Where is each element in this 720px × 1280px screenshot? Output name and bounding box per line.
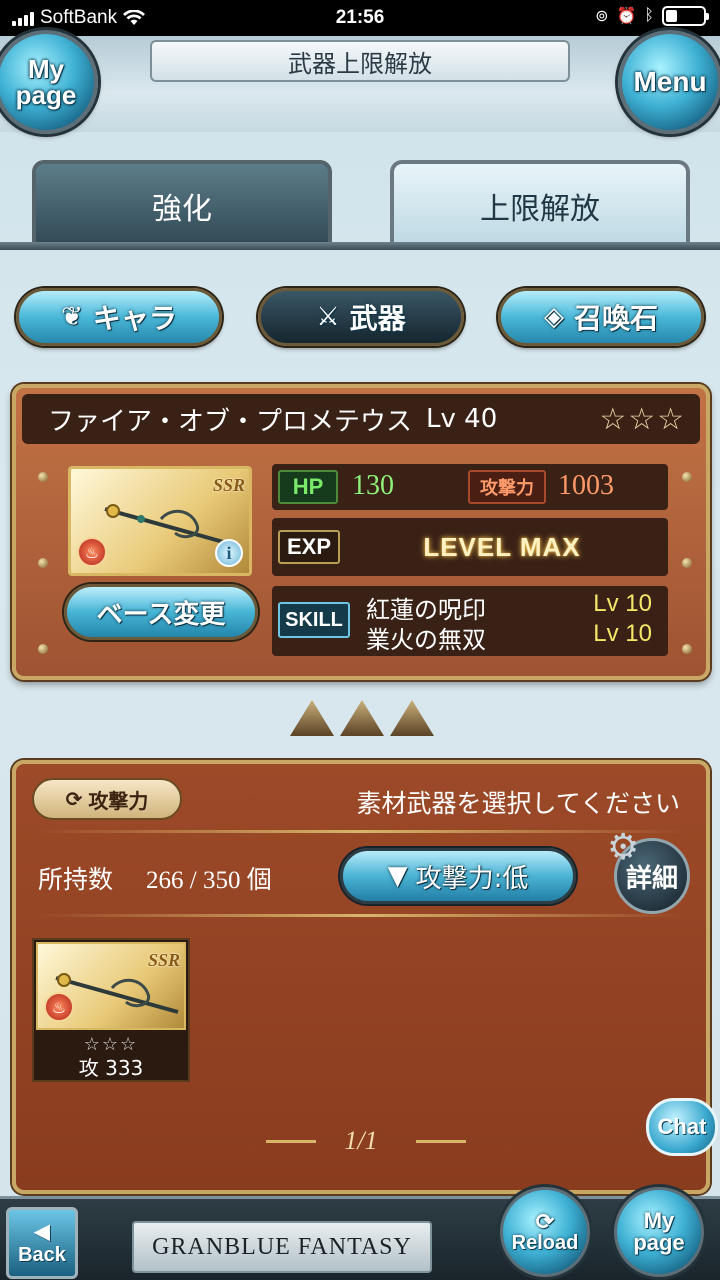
hp-tag: HP: [278, 470, 338, 504]
material-thumbnail: SSR ♨: [36, 942, 186, 1030]
menu-button[interactable]: Menu: [618, 30, 720, 134]
refresh-icon: ⟳: [65, 787, 83, 811]
rarity-badge: SSR: [212, 475, 245, 495]
footer-bar: ◀ Back GRANBLUE FANTASY ⟳ Reload My page: [0, 1187, 720, 1280]
footer-mypage-label: My page: [633, 1208, 685, 1255]
material-weapon-card[interactable]: SSR ♨ ☆☆☆ 攻 333: [32, 938, 190, 1082]
status-icons: ⊚ ⏰ ᛒ: [595, 6, 709, 26]
triangle-down-icon: ▼: [387, 861, 408, 891]
back-arrow-icon: ◀: [34, 1221, 50, 1243]
reload-icon: ⟳: [535, 1209, 555, 1234]
rarity-badge: SSR: [147, 950, 180, 970]
up-arrow-icon: [390, 700, 434, 736]
uncap-arrows: [290, 700, 434, 736]
mypage-label: My page: [15, 54, 77, 110]
rivet: [682, 558, 692, 568]
change-base-button[interactable]: ベース変更: [64, 584, 258, 640]
crystal-icon: ◈: [543, 302, 564, 332]
weapon-thumbnail[interactable]: SSR ♨ i: [68, 466, 252, 576]
sort-button[interactable]: ▼ 攻撃力:低: [340, 848, 576, 904]
stat-row-exp: EXP LEVEL MAX: [272, 518, 668, 576]
material-panel: ⟳ 攻撃力 素材武器を選択してください 所持数 266 / 350 個 ▼ 攻撃…: [12, 760, 710, 1194]
detail-label: 詳細: [625, 863, 678, 894]
stat-toggle-button[interactable]: ⟳ 攻撃力: [32, 778, 182, 820]
skill-1-level: Lv 10: [593, 590, 652, 617]
stat-row-hp-atk: HP 130 攻撃力 1003: [272, 464, 668, 510]
crossed-swords-icon: ⚔: [316, 302, 340, 332]
bluetooth-icon: ᛒ: [644, 7, 654, 24]
reload-label: Reload: [511, 1232, 579, 1254]
select-prompt: 素材武器を選択してください: [356, 789, 680, 818]
chat-label: Chat: [657, 1114, 707, 1139]
category-weapon-label: 武器: [349, 302, 406, 335]
category-weapon-button[interactable]: ⚔ 武器: [258, 288, 464, 346]
fire-element-icon: ♨: [44, 992, 74, 1022]
footer-mypage-button[interactable]: My page: [614, 1187, 704, 1277]
info-icon[interactable]: i: [215, 539, 243, 567]
brand-logo: GRANBLUE FANTASY: [132, 1221, 432, 1273]
battery-icon: [662, 6, 709, 26]
weapon-name: ファイア・オブ・プロメテウス: [48, 406, 413, 437]
skill-2-level: Lv 10: [593, 620, 652, 647]
header-bar: 武器上限解放: [0, 36, 720, 132]
fire-element-icon: ♨: [77, 537, 107, 567]
back-label: Back: [18, 1244, 66, 1266]
tab-bar: 強化 上限解放: [0, 150, 720, 250]
tab-underline: [0, 242, 720, 250]
card-atk: 攻 333: [78, 1056, 144, 1080]
menu-label: Menu: [633, 66, 707, 97]
ornament: [416, 1140, 466, 1143]
rivet: [682, 644, 692, 654]
detail-button[interactable]: ⚙ 詳細: [607, 827, 690, 914]
category-summon-label: 召喚石: [573, 302, 658, 335]
divider: [36, 914, 686, 917]
skill-box: SKILL 紅蓮の呪印 Lv 10 業火の無双 Lv 10: [272, 586, 668, 656]
hp-value: 130: [352, 470, 394, 501]
chara-icon: ❦: [61, 302, 83, 332]
exp-tag: EXP: [278, 530, 340, 564]
category-chara-label: キャラ: [92, 302, 177, 335]
category-chara-button[interactable]: ❦ キャラ: [16, 288, 222, 346]
owned-count: 266 / 350 個: [146, 867, 272, 894]
atk-tag: 攻撃力: [468, 470, 546, 504]
category-summon-button[interactable]: ◈ 召喚石: [498, 288, 704, 346]
up-arrow-icon: [340, 700, 384, 736]
skill-tag: SKILL: [278, 602, 350, 638]
weapon-title-bar: ファイア・オブ・プロメテウス Lv 40 ☆☆☆: [22, 394, 700, 444]
level-max-banner: LEVEL MAX: [423, 531, 581, 562]
base-weapon-panel: ファイア・オブ・プロメテウス Lv 40 ☆☆☆ SSR ♨ i ベース変更 H…: [12, 384, 710, 680]
reload-button[interactable]: ⟳ Reload: [500, 1187, 590, 1277]
weapon-level: Lv 40: [426, 404, 498, 434]
rivet: [38, 644, 48, 654]
alarm-icon: ⏰: [616, 8, 637, 25]
tab-limit-break[interactable]: 上限解放: [390, 160, 690, 248]
page-title: 武器上限解放: [150, 40, 570, 82]
skill-2-name: 業火の無双: [366, 626, 486, 654]
uncap-stars: ☆☆☆: [599, 402, 686, 437]
stat-toggle-label: 攻撃力: [88, 788, 149, 813]
atk-value: 1003: [558, 470, 614, 501]
rivet: [682, 472, 692, 482]
rivet: [38, 472, 48, 482]
orientation-lock-icon: ⊚: [595, 8, 609, 25]
back-button[interactable]: ◀ Back: [6, 1207, 78, 1279]
sort-label: 攻撃力:低: [415, 863, 529, 894]
staff-weapon-icon: [104, 504, 228, 545]
status-bar: SoftBank 21:56 ⊚ ⏰ ᛒ: [0, 0, 720, 36]
tab-enhance[interactable]: 強化: [32, 160, 332, 248]
owned-label: 所持数: [38, 865, 114, 894]
divider: [36, 830, 686, 833]
up-arrow-icon: [290, 700, 334, 736]
page-indicator: 1/1: [344, 1126, 378, 1155]
rivet: [38, 558, 48, 568]
chat-button[interactable]: Chat: [646, 1098, 718, 1156]
